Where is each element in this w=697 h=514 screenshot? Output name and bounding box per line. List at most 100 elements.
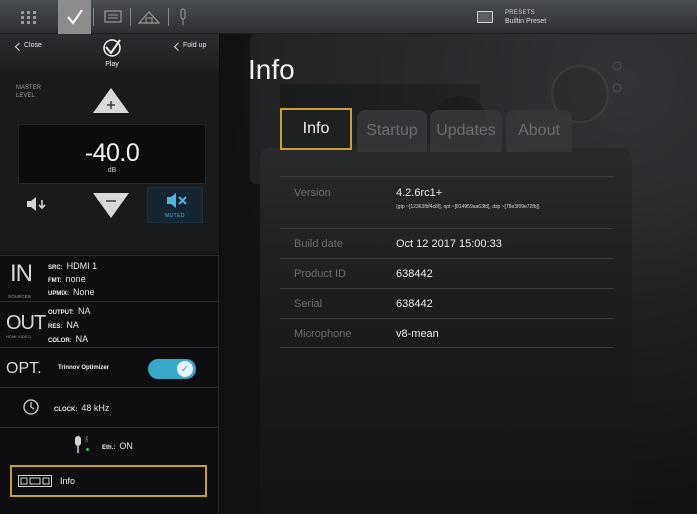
serial-label: Serial: [294, 298, 323, 310]
folder-icon: [477, 11, 493, 23]
clock-icon: [23, 399, 39, 415]
optimizer-title: OPT.: [6, 360, 42, 377]
res-key: RES:: [48, 324, 63, 330]
clock-value: 48 kHz: [81, 403, 110, 413]
input-title: IN: [10, 260, 33, 287]
speaker-down-icon: [27, 197, 46, 211]
microphone-icon[interactable]: [171, 0, 195, 34]
fold-up-button[interactable]: Fold up: [173, 41, 207, 51]
version-detail: (gtp ~[12363fbf4c8f], opt ~[814959aa63fd…: [396, 204, 540, 210]
optimizer-section: OPT. Trinnov Optimizer ✓: [0, 347, 219, 387]
output-res: RES: NA: [48, 320, 79, 330]
volume-up-button[interactable]: [91, 86, 131, 114]
input-upmix: UPMIX: None: [48, 287, 95, 297]
ethernet-section[interactable]: ON Eth.: ON: [0, 427, 219, 463]
output-caption: HDMI VIDEO: [6, 334, 31, 339]
version-value: 4.2.6rc1+: [396, 187, 443, 199]
info-row-version: Version 4.2.6rc1+ (gtp ~[12363fbf4c8f], …: [280, 176, 614, 228]
checkmark-icon[interactable]: [58, 0, 91, 34]
play-logo: Play: [100, 38, 124, 68]
info-table: Version 4.2.6rc1+ (gtp ~[12363fbf4c8f], …: [280, 176, 614, 348]
sidebar: Close Play Fold up MASTER LEVEL -40.0 dB: [0, 34, 219, 514]
color-value: NA: [75, 334, 89, 344]
chevron-left-icon: [173, 41, 183, 51]
tab-updates[interactable]: Updates: [430, 110, 502, 152]
device-info-icon: [18, 475, 52, 487]
res-value: NA: [66, 320, 79, 330]
preset-selector[interactable]: PRESETS Builtin Preset: [477, 0, 697, 34]
product-id-label: Product ID: [294, 268, 346, 280]
toolbar-divider: [168, 8, 169, 26]
chevron-left-icon: [14, 41, 24, 51]
version-label: Version: [294, 187, 331, 199]
src-key: SRC:: [48, 265, 63, 271]
volume-unit: dB: [107, 167, 117, 174]
volume-down-button[interactable]: [91, 192, 131, 220]
src-value: HDMI 1: [66, 261, 98, 271]
fold-up-label: Fold up: [183, 42, 207, 49]
output-section[interactable]: OUT HDMI VIDEO OUTPUT: NA RES: NA COLOR: NA: [0, 301, 219, 347]
triangle-down-icon: [93, 193, 129, 218]
dim-button[interactable]: [26, 196, 48, 212]
grid-icon[interactable]: [0, 0, 58, 34]
preset-value: Builtin Preset: [505, 17, 547, 25]
close-label: Close: [24, 42, 42, 49]
serial-value: 638442: [396, 298, 433, 310]
tab-startup[interactable]: Startup: [357, 110, 427, 152]
info-row-microphone: Microphone v8-mean: [280, 318, 614, 348]
output-value: NA: [78, 306, 91, 316]
mute-button[interactable]: MUTED: [147, 187, 203, 223]
main-content: Info Info Startup Updates About Version …: [220, 34, 697, 514]
output-title: OUT: [6, 312, 46, 334]
play-logo-icon: [103, 39, 121, 57]
input-section[interactable]: IN SOURCES SRC: HDMI 1 FMT: none UPMIX: Non…: [0, 255, 219, 301]
microphone-label: Microphone: [294, 328, 352, 340]
screen-icon[interactable]: [97, 0, 129, 34]
ethernet-key: Eth.:: [102, 445, 116, 451]
check-icon: ✓: [177, 361, 193, 377]
fmt-value: none: [65, 274, 86, 284]
muted-label: MUTED: [165, 213, 185, 219]
top-toolbar: PRESETS Builtin Preset: [0, 0, 697, 34]
info-row-product-id: Product ID 638442: [280, 258, 614, 288]
tab-about[interactable]: About: [506, 110, 572, 152]
clock-readout: CLOCK: 48 kHz: [54, 403, 109, 413]
page-title: Info: [248, 54, 295, 85]
upmix-key: UPMIX:: [48, 291, 69, 297]
sidebar-item-info-label: Info: [60, 476, 76, 486]
mic-status: ON: [84, 436, 89, 442]
speaker-muted-icon: [167, 193, 187, 208]
info-row-build-date: Build date Oct 12 2017 15:00:33: [280, 228, 614, 258]
toolbar-divider: [93, 8, 94, 26]
optimizer-toggle[interactable]: ✓: [148, 359, 196, 379]
ethernet-readout: Eth.: ON: [102, 441, 133, 451]
output-output: OUTPUT: NA: [48, 306, 91, 316]
preset-label: PRESETS: [505, 9, 536, 16]
color-key: COLOR:: [48, 338, 72, 344]
tab-info[interactable]: Info: [280, 108, 352, 150]
fmt-key: FMT:: [48, 278, 62, 284]
product-id-value: 638442: [396, 268, 433, 280]
microphone-value: v8-mean: [396, 328, 439, 340]
upmix-value: None: [73, 287, 95, 297]
close-button[interactable]: Close: [14, 41, 42, 51]
clock-key: CLOCK:: [54, 407, 78, 413]
build-date-value: Oct 12 2017 15:00:33: [396, 238, 502, 250]
volume-value: -40.0: [84, 139, 140, 167]
master-level-label: MASTER LEVEL: [16, 85, 42, 99]
sidebar-header: Close Play Fold up: [0, 34, 219, 74]
ethernet-value: ON: [119, 441, 133, 451]
volume-display: -40.0 dB: [18, 124, 206, 184]
input-src: SRC: HDMI 1: [48, 261, 97, 271]
build-date-label: Build date: [294, 238, 343, 250]
clock-section[interactable]: CLOCK: 48 kHz: [0, 387, 219, 427]
speaker-icon[interactable]: [131, 0, 167, 34]
sidebar-item-info[interactable]: Info: [10, 465, 207, 497]
input-fmt: FMT: none: [48, 274, 86, 284]
output-color: COLOR: NA: [48, 334, 88, 344]
input-caption: SOURCES: [8, 294, 31, 299]
mic-status-led: [86, 448, 89, 451]
output-key: OUTPUT:: [48, 310, 74, 316]
optimizer-name: Trinnov Optimizer: [58, 365, 110, 371]
microphone-icon: [75, 436, 81, 453]
